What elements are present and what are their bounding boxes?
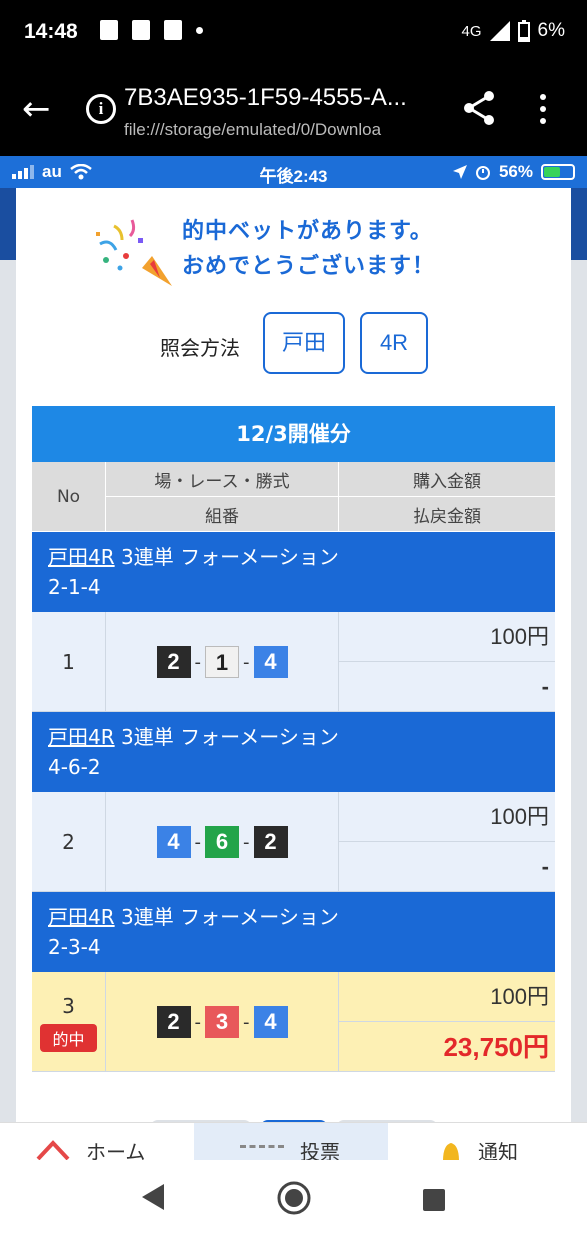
more-dot-icon bbox=[196, 26, 203, 34]
race-header: 戸田4R 3連単 フォーメーション 4-6-2 bbox=[32, 712, 555, 792]
more-vert-icon[interactable] bbox=[540, 94, 546, 124]
bet-type: 3連単 フォーメーション bbox=[120, 905, 339, 929]
col-combo: 組番 bbox=[106, 497, 339, 532]
combo-lanes: 2- 1- 4 bbox=[106, 612, 339, 712]
venue-race-link[interactable]: 戸田4R bbox=[48, 545, 115, 569]
venue-race-link[interactable]: 戸田4R bbox=[48, 725, 115, 749]
col-race-type: 場・レース・勝式 bbox=[106, 462, 339, 497]
lane-3rd: 2 bbox=[253, 826, 288, 858]
nav-back-icon[interactable] bbox=[140, 1182, 166, 1212]
back-arrow-icon[interactable]: ← bbox=[22, 92, 51, 126]
backdrop-left bbox=[0, 260, 16, 1160]
notification-icon bbox=[100, 20, 118, 40]
network-label: 4G bbox=[461, 22, 482, 40]
payout-amount: 23,750円 bbox=[443, 1032, 549, 1062]
battery-icon bbox=[541, 164, 575, 180]
row-no-value: 2 bbox=[62, 830, 75, 854]
lane-2nd: 3 bbox=[205, 1006, 239, 1038]
notification-icons bbox=[100, 20, 203, 40]
tab-home-label: ホーム bbox=[86, 1139, 146, 1161]
race-header: 戸田4R 3連単 フォーメーション 2-1-4 bbox=[32, 532, 555, 612]
home-icon bbox=[36, 1140, 70, 1160]
table-row: 2 4- 6- 2 100円 - bbox=[32, 792, 555, 892]
payout-amount: - bbox=[541, 674, 549, 699]
query-method: 照会方法 戸田 4R bbox=[16, 312, 571, 376]
combo-text: 2-3-4 bbox=[48, 935, 101, 959]
location-icon bbox=[452, 165, 467, 179]
tab-bar: ホーム 投票 通知 bbox=[0, 1122, 587, 1160]
col-no: No bbox=[32, 462, 106, 532]
tab-notify-label: 通知 bbox=[478, 1139, 518, 1161]
combo-lanes: 4- 6- 2 bbox=[106, 792, 339, 892]
combo-text: 4-6-2 bbox=[48, 755, 101, 779]
tab-vote[interactable]: 投票 bbox=[194, 1123, 388, 1160]
lane-1st: 2 bbox=[156, 1006, 191, 1038]
backdrop-right bbox=[571, 260, 587, 1160]
browser-toolbar: ← i 7B3AE935-1F59-4555-A... file:///stor… bbox=[0, 66, 587, 156]
result-modal: 的中ベットがあります。 おめでとうございます！ 照会方法 戸田 4R 12/3開… bbox=[16, 188, 571, 1160]
bet-table: 12/3開催分 No 場・レース・勝式 購入金額 組番 払戻金額 戸田4R 3連… bbox=[32, 406, 555, 1072]
column-header: No 場・レース・勝式 購入金額 組番 払戻金額 bbox=[32, 462, 555, 532]
purchase-amount: 100円 bbox=[339, 612, 555, 662]
tab-vote-label: 投票 bbox=[300, 1139, 340, 1161]
alarm-icon bbox=[475, 166, 490, 180]
nav-home-icon[interactable] bbox=[276, 1180, 312, 1216]
battery-percent: 6% bbox=[537, 20, 565, 41]
ticket-icon bbox=[240, 1145, 284, 1155]
status-time: 14:48 bbox=[24, 20, 78, 43]
bet-type: 3連単 フォーメーション bbox=[120, 725, 339, 749]
nav-recents-icon[interactable] bbox=[422, 1188, 446, 1212]
lane-1st: 2 bbox=[156, 646, 191, 678]
lane-1st: 4 bbox=[156, 826, 191, 858]
ios-battery-percent: 56% bbox=[498, 162, 533, 181]
system-icons: 4G 6% bbox=[462, 20, 565, 42]
battery-low-icon bbox=[517, 20, 530, 42]
congrats-banner: 的中ベットがあります。 おめでとうございます！ bbox=[92, 208, 492, 308]
combo-text: 2-1-4 bbox=[48, 575, 101, 599]
race-chip[interactable]: 4R bbox=[360, 312, 428, 374]
lane-2nd: 1 bbox=[205, 646, 239, 678]
lane-2nd: 6 bbox=[205, 826, 239, 858]
bell-icon bbox=[443, 1143, 459, 1160]
app-icon bbox=[164, 20, 182, 40]
share-icon[interactable] bbox=[462, 90, 496, 126]
col-purchase: 購入金額 bbox=[339, 462, 555, 497]
congrats-line-2: おめでとうございます！ bbox=[182, 254, 436, 279]
android-status-bar: 14:48 4G 6% bbox=[0, 0, 587, 66]
venue-chip[interactable]: 戸田 bbox=[263, 312, 345, 374]
purchase-amount: 100円 bbox=[339, 792, 555, 842]
ios-status-bar: au 午後2:43 56% bbox=[0, 156, 587, 188]
tab-notify[interactable]: 通知 bbox=[440, 1123, 580, 1160]
signal-icon bbox=[489, 21, 510, 41]
page-url: file:///storage/emulated/0/Downloa bbox=[124, 120, 382, 139]
table-row: 1 2- 1- 4 100円 - bbox=[32, 612, 555, 712]
col-payout: 払戻金額 bbox=[339, 497, 555, 532]
row-no: 3 的中 bbox=[32, 972, 106, 1072]
payout-amount: - bbox=[541, 854, 549, 879]
row-no-value: 1 bbox=[62, 650, 75, 674]
table-row: 3 的中 2- 3- 4 100円 23,750円 bbox=[32, 972, 555, 1072]
lane-3rd: 4 bbox=[253, 646, 288, 678]
screenshot-view: au 午後2:43 56% 的中ベットがあります。 おめでとうございます！ 照会… bbox=[0, 156, 587, 1160]
race-header: 戸田4R 3連単 フォーメーション 2-3-4 bbox=[32, 892, 555, 972]
android-nav-bar bbox=[0, 1160, 587, 1240]
venue-race-link[interactable]: 戸田4R bbox=[48, 905, 115, 929]
row-no-value: 3 bbox=[62, 994, 75, 1018]
page-title: 7B3AE935-1F59-4555-A... bbox=[124, 84, 407, 111]
tab-home[interactable]: ホーム bbox=[36, 1123, 186, 1160]
congrats-line-1: 的中ベットがあります。 bbox=[182, 219, 433, 244]
combo-lanes: 2- 3- 4 bbox=[106, 972, 339, 1072]
hit-badge: 的中 bbox=[40, 1024, 97, 1052]
image-icon bbox=[132, 20, 150, 40]
bet-type: 3連単 フォーメーション bbox=[120, 545, 339, 569]
info-icon[interactable]: i bbox=[86, 94, 116, 124]
lane-3rd: 4 bbox=[253, 1006, 288, 1038]
row-no: 2 bbox=[32, 792, 106, 892]
row-no: 1 bbox=[32, 612, 106, 712]
purchase-amount: 100円 bbox=[339, 972, 555, 1022]
session-heading: 12/3開催分 bbox=[32, 406, 555, 462]
party-popper-icon bbox=[96, 219, 172, 286]
query-label: 照会方法 bbox=[160, 336, 240, 360]
